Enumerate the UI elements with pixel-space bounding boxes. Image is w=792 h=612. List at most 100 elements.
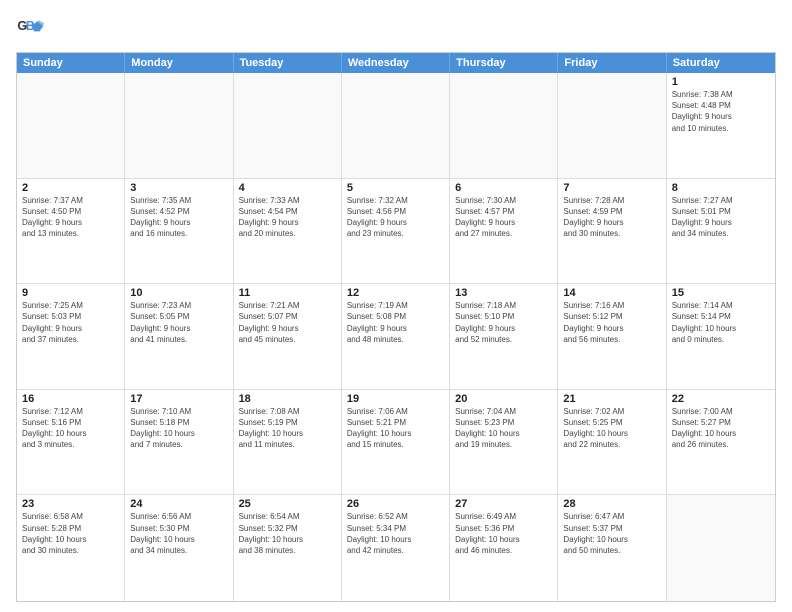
calendar-cell: 6Sunrise: 7:30 AM Sunset: 4:57 PM Daylig… (450, 179, 558, 284)
day-info: Sunrise: 7:21 AM Sunset: 5:07 PM Dayligh… (239, 300, 336, 345)
day-info: Sunrise: 7:35 AM Sunset: 4:52 PM Dayligh… (130, 195, 227, 240)
day-info: Sunrise: 7:00 AM Sunset: 5:27 PM Dayligh… (672, 406, 770, 451)
day-info: Sunrise: 6:47 AM Sunset: 5:37 PM Dayligh… (563, 511, 660, 556)
calendar-cell: 10Sunrise: 7:23 AM Sunset: 5:05 PM Dayli… (125, 284, 233, 389)
day-number: 1 (672, 76, 770, 88)
day-header-friday: Friday (558, 53, 666, 73)
day-number: 14 (563, 287, 660, 299)
calendar-cell: 28Sunrise: 6:47 AM Sunset: 5:37 PM Dayli… (558, 495, 666, 601)
calendar-cell: 4Sunrise: 7:33 AM Sunset: 4:54 PM Daylig… (234, 179, 342, 284)
day-info: Sunrise: 7:16 AM Sunset: 5:12 PM Dayligh… (563, 300, 660, 345)
logo-icon: G B (16, 16, 44, 44)
calendar-cell (234, 73, 342, 178)
day-info: Sunrise: 7:27 AM Sunset: 5:01 PM Dayligh… (672, 195, 770, 240)
day-header-saturday: Saturday (667, 53, 775, 73)
day-header-thursday: Thursday (450, 53, 558, 73)
calendar-cell: 23Sunrise: 6:58 AM Sunset: 5:28 PM Dayli… (17, 495, 125, 601)
day-info: Sunrise: 7:28 AM Sunset: 4:59 PM Dayligh… (563, 195, 660, 240)
day-number: 4 (239, 182, 336, 194)
day-number: 9 (22, 287, 119, 299)
day-header-monday: Monday (125, 53, 233, 73)
day-number: 11 (239, 287, 336, 299)
day-number: 5 (347, 182, 444, 194)
calendar-cell: 16Sunrise: 7:12 AM Sunset: 5:16 PM Dayli… (17, 390, 125, 495)
day-info: Sunrise: 7:08 AM Sunset: 5:19 PM Dayligh… (239, 406, 336, 451)
day-header-wednesday: Wednesday (342, 53, 450, 73)
calendar-cell: 19Sunrise: 7:06 AM Sunset: 5:21 PM Dayli… (342, 390, 450, 495)
calendar-row-1: 1Sunrise: 7:38 AM Sunset: 4:48 PM Daylig… (17, 73, 775, 179)
day-info: Sunrise: 7:37 AM Sunset: 4:50 PM Dayligh… (22, 195, 119, 240)
day-info: Sunrise: 7:06 AM Sunset: 5:21 PM Dayligh… (347, 406, 444, 451)
day-number: 27 (455, 498, 552, 510)
day-number: 23 (22, 498, 119, 510)
calendar-row-2: 2Sunrise: 7:37 AM Sunset: 4:50 PM Daylig… (17, 179, 775, 285)
day-number: 28 (563, 498, 660, 510)
day-number: 20 (455, 393, 552, 405)
calendar-row-4: 16Sunrise: 7:12 AM Sunset: 5:16 PM Dayli… (17, 390, 775, 496)
calendar-cell: 9Sunrise: 7:25 AM Sunset: 5:03 PM Daylig… (17, 284, 125, 389)
calendar-cell (342, 73, 450, 178)
day-info: Sunrise: 6:49 AM Sunset: 5:36 PM Dayligh… (455, 511, 552, 556)
logo: G B (16, 16, 48, 44)
day-number: 2 (22, 182, 119, 194)
calendar-cell: 25Sunrise: 6:54 AM Sunset: 5:32 PM Dayli… (234, 495, 342, 601)
calendar-cell: 26Sunrise: 6:52 AM Sunset: 5:34 PM Dayli… (342, 495, 450, 601)
calendar-cell: 11Sunrise: 7:21 AM Sunset: 5:07 PM Dayli… (234, 284, 342, 389)
day-info: Sunrise: 6:56 AM Sunset: 5:30 PM Dayligh… (130, 511, 227, 556)
day-number: 22 (672, 393, 770, 405)
calendar-cell: 7Sunrise: 7:28 AM Sunset: 4:59 PM Daylig… (558, 179, 666, 284)
header: G B (16, 16, 776, 44)
calendar-row-3: 9Sunrise: 7:25 AM Sunset: 5:03 PM Daylig… (17, 284, 775, 390)
day-header-tuesday: Tuesday (234, 53, 342, 73)
day-info: Sunrise: 7:30 AM Sunset: 4:57 PM Dayligh… (455, 195, 552, 240)
day-number: 25 (239, 498, 336, 510)
calendar-cell: 3Sunrise: 7:35 AM Sunset: 4:52 PM Daylig… (125, 179, 233, 284)
day-number: 24 (130, 498, 227, 510)
day-header-sunday: Sunday (17, 53, 125, 73)
calendar-cell (17, 73, 125, 178)
calendar: SundayMondayTuesdayWednesdayThursdayFrid… (16, 52, 776, 602)
calendar-cell (450, 73, 558, 178)
day-info: Sunrise: 7:18 AM Sunset: 5:10 PM Dayligh… (455, 300, 552, 345)
calendar-cell: 20Sunrise: 7:04 AM Sunset: 5:23 PM Dayli… (450, 390, 558, 495)
day-info: Sunrise: 7:10 AM Sunset: 5:18 PM Dayligh… (130, 406, 227, 451)
calendar-cell: 5Sunrise: 7:32 AM Sunset: 4:56 PM Daylig… (342, 179, 450, 284)
calendar-cell: 1Sunrise: 7:38 AM Sunset: 4:48 PM Daylig… (667, 73, 775, 178)
day-info: Sunrise: 7:32 AM Sunset: 4:56 PM Dayligh… (347, 195, 444, 240)
calendar-cell (558, 73, 666, 178)
calendar-cell: 24Sunrise: 6:56 AM Sunset: 5:30 PM Dayli… (125, 495, 233, 601)
calendar-cell: 22Sunrise: 7:00 AM Sunset: 5:27 PM Dayli… (667, 390, 775, 495)
day-number: 17 (130, 393, 227, 405)
day-info: Sunrise: 6:58 AM Sunset: 5:28 PM Dayligh… (22, 511, 119, 556)
calendar-cell: 14Sunrise: 7:16 AM Sunset: 5:12 PM Dayli… (558, 284, 666, 389)
day-number: 7 (563, 182, 660, 194)
day-info: Sunrise: 7:38 AM Sunset: 4:48 PM Dayligh… (672, 89, 770, 134)
day-number: 18 (239, 393, 336, 405)
day-number: 12 (347, 287, 444, 299)
calendar-cell: 12Sunrise: 7:19 AM Sunset: 5:08 PM Dayli… (342, 284, 450, 389)
day-number: 21 (563, 393, 660, 405)
calendar-cell: 2Sunrise: 7:37 AM Sunset: 4:50 PM Daylig… (17, 179, 125, 284)
day-number: 15 (672, 287, 770, 299)
day-info: Sunrise: 7:25 AM Sunset: 5:03 PM Dayligh… (22, 300, 119, 345)
calendar-cell (125, 73, 233, 178)
day-info: Sunrise: 7:33 AM Sunset: 4:54 PM Dayligh… (239, 195, 336, 240)
day-number: 19 (347, 393, 444, 405)
calendar-cell: 18Sunrise: 7:08 AM Sunset: 5:19 PM Dayli… (234, 390, 342, 495)
day-number: 8 (672, 182, 770, 194)
day-info: Sunrise: 7:02 AM Sunset: 5:25 PM Dayligh… (563, 406, 660, 451)
day-number: 13 (455, 287, 552, 299)
calendar-cell: 15Sunrise: 7:14 AM Sunset: 5:14 PM Dayli… (667, 284, 775, 389)
day-number: 3 (130, 182, 227, 194)
page: G B SundayMondayTuesdayWednesdayThursday… (0, 0, 792, 612)
day-number: 10 (130, 287, 227, 299)
calendar-row-5: 23Sunrise: 6:58 AM Sunset: 5:28 PM Dayli… (17, 495, 775, 601)
day-info: Sunrise: 7:12 AM Sunset: 5:16 PM Dayligh… (22, 406, 119, 451)
calendar-cell: 27Sunrise: 6:49 AM Sunset: 5:36 PM Dayli… (450, 495, 558, 601)
calendar-cell: 8Sunrise: 7:27 AM Sunset: 5:01 PM Daylig… (667, 179, 775, 284)
day-info: Sunrise: 6:52 AM Sunset: 5:34 PM Dayligh… (347, 511, 444, 556)
calendar-cell: 17Sunrise: 7:10 AM Sunset: 5:18 PM Dayli… (125, 390, 233, 495)
day-info: Sunrise: 7:14 AM Sunset: 5:14 PM Dayligh… (672, 300, 770, 345)
day-info: Sunrise: 7:23 AM Sunset: 5:05 PM Dayligh… (130, 300, 227, 345)
day-info: Sunrise: 7:04 AM Sunset: 5:23 PM Dayligh… (455, 406, 552, 451)
